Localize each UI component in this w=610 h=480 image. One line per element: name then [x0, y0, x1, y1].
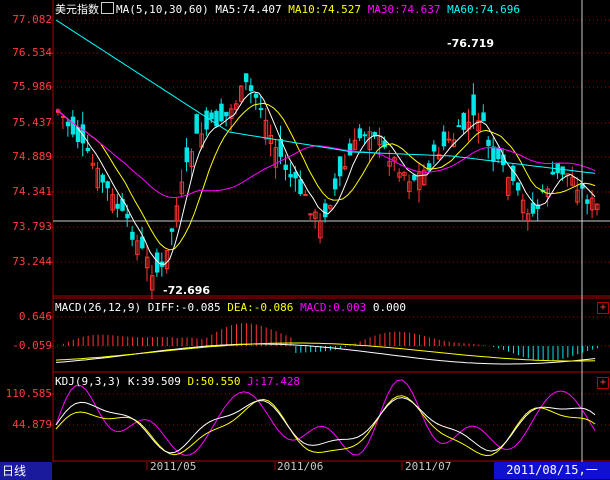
candle: [337, 156, 343, 177]
candle: [486, 139, 491, 146]
candle: [65, 121, 71, 127]
candle: [441, 131, 447, 147]
ma10-value: MA10:74.527: [288, 3, 362, 16]
candle: [130, 231, 135, 240]
candle: [169, 228, 175, 232]
ma-indicator: MA(5,10,30,60): [116, 3, 209, 16]
candle: [293, 172, 298, 179]
candle: [248, 85, 254, 92]
candle: [357, 128, 363, 139]
kdj-j-line: [55, 379, 596, 456]
candle: [105, 181, 110, 189]
indicator-settings-icon[interactable]: [101, 2, 114, 14]
candle: [258, 108, 264, 111]
period-tab-daily[interactable]: 日线: [0, 462, 52, 480]
candle: [288, 174, 293, 178]
price-axis-label: 73.244: [12, 255, 52, 268]
candle: [298, 179, 303, 195]
price-axis-label: 75.437: [12, 116, 52, 129]
candle: [125, 213, 130, 219]
candle: [431, 144, 437, 152]
cursor-date-label: 2011/08/15,一: [494, 462, 610, 479]
candlestick-chart[interactable]: [0, 0, 610, 480]
low-price-annotation: -72.696: [163, 284, 211, 297]
candle: [471, 94, 476, 116]
candle: [209, 112, 214, 120]
price-axis-label: 73.793: [12, 220, 52, 233]
price-axis-label: 74.341: [12, 185, 52, 198]
kdj-j-value: J:17.428: [247, 375, 301, 388]
ma30-value: MA30:74.637: [367, 3, 441, 16]
candle: [456, 125, 462, 128]
price-axis-label: 77.082: [12, 13, 52, 26]
candle: [323, 203, 328, 218]
candle: [515, 182, 521, 191]
kdj-axis-label: 44.879: [12, 418, 52, 431]
candle: [362, 134, 368, 137]
date-axis-label: 2011/07: [405, 460, 452, 473]
macd-panel-header: MACD(26,12,9) DIFF:-0.085 DEA:-0.086 MAC…: [55, 301, 406, 314]
candle: [115, 203, 120, 209]
candle: [219, 103, 224, 122]
candle: [491, 146, 496, 162]
candle: [100, 174, 105, 183]
kdj-expand-button[interactable]: +: [597, 377, 609, 389]
candle: [224, 111, 229, 117]
kdj-d-value: D:50.550: [187, 375, 241, 388]
macd-axis-label: -0.059: [12, 339, 52, 352]
candle: [184, 147, 190, 163]
price-axis-label: 74.889: [12, 150, 52, 163]
candle: [585, 199, 590, 204]
macd-indicator: MACD(26,12,9): [55, 301, 142, 314]
macd-value: MACD:0.003: [300, 301, 367, 314]
date-axis-label: 2011/06: [277, 460, 324, 473]
candle: [347, 143, 353, 156]
candle: [530, 202, 536, 214]
instrument-title: 美元指数: [55, 3, 99, 16]
high-price-annotation: -76.719: [447, 37, 495, 50]
macd-expand-button[interactable]: +: [597, 302, 609, 314]
price-axis-label: 75.986: [12, 80, 52, 93]
price-panel-header: 美元指数 MA(5,10,30,60) MA5:74.407 MA10:74.52…: [55, 2, 520, 16]
kdj-panel-header: KDJ(9,3,3) K:39.509 D:50.550 J:17.428: [55, 375, 300, 388]
candle: [243, 73, 249, 83]
candle: [461, 112, 466, 130]
kdj-k-value: K:39.509: [127, 375, 181, 388]
candle: [535, 205, 541, 209]
macd-diff-value: DIFF:-0.085: [147, 301, 221, 314]
candle: [510, 165, 516, 182]
macd-axis-label: 0.646: [18, 310, 52, 323]
candle: [70, 116, 76, 135]
price-axis-label: 76.534: [12, 46, 52, 59]
kdj-axis-label: 110.585: [5, 387, 52, 400]
macd-extra-value: 0.000: [372, 301, 407, 314]
candle: [204, 110, 209, 130]
candle: [496, 147, 501, 160]
candle: [446, 138, 452, 141]
ma60-value: MA60:74.696: [447, 3, 521, 16]
candle: [194, 114, 199, 134]
date-axis-label: 2011/05: [150, 460, 197, 473]
candle: [332, 178, 338, 190]
ma5-value: MA5:74.407: [215, 3, 282, 16]
candle: [550, 171, 555, 175]
candle: [481, 112, 486, 122]
candle: [85, 147, 91, 152]
candle: [308, 213, 313, 216]
macd-dea-value: DEA:-0.086: [227, 301, 294, 314]
chart-window: 美元指数 MA(5,10,30,60) MA5:74.407 MA10:74.52…: [0, 0, 610, 480]
kdj-indicator: KDJ(9,3,3): [55, 375, 122, 388]
candle: [283, 164, 288, 170]
candle: [560, 166, 565, 175]
candle: [412, 174, 417, 181]
candle: [253, 93, 259, 98]
